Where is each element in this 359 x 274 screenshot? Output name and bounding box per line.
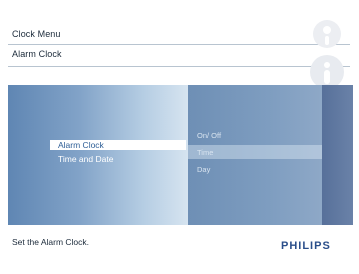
title-divider — [8, 44, 350, 45]
menu-title: Clock Menu — [12, 29, 61, 39]
submenu-item-time[interactable]: Time — [197, 148, 213, 157]
submenu-item-day[interactable]: Day — [197, 165, 210, 174]
submenu-item-on-off[interactable]: On/ Off — [197, 131, 221, 140]
right-panel — [322, 85, 353, 225]
submenu-divider — [8, 66, 350, 67]
photo-frame-screen: Clock Menu Alarm Clock Alarm Clock Time … — [0, 0, 359, 274]
help-text: Set the Alarm Clock. — [12, 237, 90, 247]
submenu-title: Alarm Clock — [12, 49, 62, 59]
menu-item-alarm-clock[interactable]: Alarm Clock — [50, 140, 186, 150]
menu-item-time-and-date[interactable]: Time and Date — [58, 154, 113, 164]
brand-logo: PHILIPS — [281, 240, 331, 252]
